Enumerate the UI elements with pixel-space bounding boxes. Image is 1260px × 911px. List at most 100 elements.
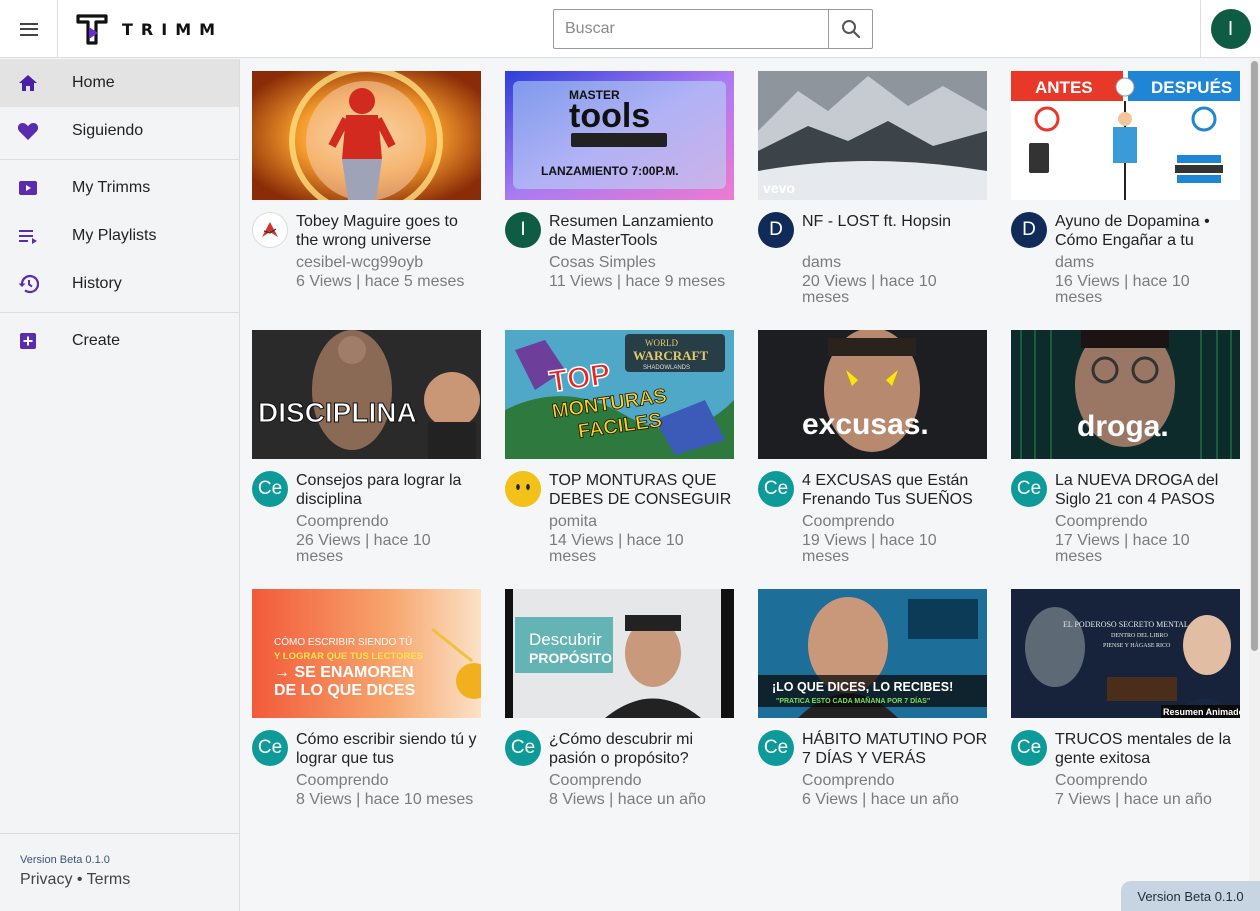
sidebar-item-home[interactable]: Home: [0, 59, 239, 107]
channel-name[interactable]: Coomprendo: [549, 771, 735, 790]
video-title[interactable]: La NUEVA DROGA del Siglo 21 con 4 PASOS: [1055, 471, 1241, 509]
channel-name[interactable]: Coomprendo: [296, 771, 482, 790]
video-stats: 14 Views | hace 10 meses: [549, 532, 684, 565]
channel-avatar[interactable]: Ce: [252, 730, 288, 766]
thumbnail-text: PIENSE Y HÁGASE RICO: [1103, 641, 1171, 649]
video-thumbnail[interactable]: vevo: [758, 71, 987, 200]
video-stats: 6 Views | hace un año: [802, 791, 959, 808]
channel-name[interactable]: Cosas Simples: [549, 253, 735, 272]
sidebar-item-history[interactable]: History: [0, 260, 239, 308]
channel-name[interactable]: dams: [802, 253, 988, 272]
hamburger-menu-button[interactable]: [0, 0, 58, 58]
video-title[interactable]: HÁBITO MATUTINO POR 7 DÍAS Y VERÁS: [802, 730, 988, 768]
privacy-link[interactable]: Privacy: [20, 871, 72, 888]
footer-separator: •: [76, 871, 83, 888]
channel-name[interactable]: Coomprendo: [1055, 512, 1241, 531]
channel-avatar[interactable]: D: [1011, 212, 1047, 248]
video-title[interactable]: TOP MONTURAS QUE DEBES DE CONSEGUIR: [549, 471, 735, 509]
video-card[interactable]: MASTER tools LANZAMIENTO 7:00P.M. I Resu…: [505, 71, 734, 311]
channel-avatar[interactable]: Ce: [505, 730, 541, 766]
channel-avatar[interactable]: Ce: [1011, 471, 1047, 507]
channel-avatar[interactable]: [252, 212, 288, 248]
video-camera-icon: [17, 178, 39, 198]
video-card[interactable]: CÓMO ESCRIBIR SIENDO TÚ Y LOGRAR QUE TUS…: [252, 589, 481, 829]
video-grid: Tobey Maguire goes to the wrong universe…: [241, 59, 1248, 911]
video-card[interactable]: DISCIPLINA Ce Consejos para lograr la di…: [252, 330, 481, 570]
video-title[interactable]: Resumen Lanzamiento de MasterTools: [549, 212, 735, 250]
video-card[interactable]: Tobey Maguire goes to the wrong universe…: [252, 71, 481, 311]
video-card[interactable]: excusas. Ce 4 EXCUSAS que Están Frenando…: [758, 330, 987, 570]
sidebar-item-my-playlists[interactable]: My Playlists: [0, 212, 239, 260]
channel-name[interactable]: Coomprendo: [802, 771, 988, 790]
video-thumbnail[interactable]: excusas.: [758, 330, 987, 459]
user-avatar[interactable]: I: [1210, 9, 1251, 49]
sidebar-item-my-trimms[interactable]: My Trimms: [0, 164, 239, 212]
sidebar-item-label: My Playlists: [72, 227, 157, 244]
thumbnail-text: droga.: [1077, 410, 1169, 443]
video-card[interactable]: vevo D NF - LOST ft. Hopsin dams 20 View…: [758, 71, 987, 311]
video-thumbnail[interactable]: CÓMO ESCRIBIR SIENDO TÚ Y LOGRAR QUE TUS…: [252, 589, 481, 718]
video-title[interactable]: ¿Cómo descubrir mi pasión o propósito?: [549, 730, 735, 768]
video-thumbnail[interactable]: MASTER tools LANZAMIENTO 7:00P.M.: [505, 71, 734, 200]
channel-avatar[interactable]: Ce: [1011, 730, 1047, 766]
search-button[interactable]: [828, 9, 873, 49]
scrollbar-thumb[interactable]: [1251, 61, 1258, 651]
video-thumbnail[interactable]: droga.: [1011, 330, 1240, 459]
video-stats: 17 Views | hace 10 meses: [1055, 532, 1190, 565]
channel-name[interactable]: cesibel-wcg99oyb: [296, 253, 482, 272]
menu-icon: [19, 22, 38, 36]
page-scrollbar[interactable]: [1249, 59, 1260, 911]
home-icon: [17, 73, 39, 93]
video-card[interactable]: ¡LO QUE DICES, LO RECIBES! "PRATICA ESTO…: [758, 589, 987, 829]
channel-avatar[interactable]: Ce: [758, 730, 794, 766]
thumbnail-text: PROPÓSITO: [529, 649, 612, 666]
video-thumbnail[interactable]: ANTES DESPUÉS: [1011, 71, 1240, 200]
channel-name[interactable]: Coomprendo: [296, 512, 482, 531]
top-app-bar: TRIMM I: [0, 0, 1260, 58]
video-title[interactable]: Tobey Maguire goes to the wrong universe: [296, 212, 482, 250]
search-bar: [553, 9, 873, 49]
thumbnail-text: ¡LO QUE DICES, LO RECIBES!: [772, 680, 953, 694]
channel-name[interactable]: Coomprendo: [802, 512, 988, 531]
video-thumbnail[interactable]: Descubrir PROPÓSITO: [505, 589, 734, 718]
thumbnail-text: tools: [569, 97, 650, 135]
video-title[interactable]: Ayuno de Dopamina • Cómo Engañar a tu: [1055, 212, 1241, 250]
app-logo[interactable]: TRIMM: [76, 13, 223, 45]
video-title[interactable]: 4 EXCUSAS que Están Frenando Tus SUEÑOS: [802, 471, 988, 509]
video-card[interactable]: ANTES DESPUÉS D Ayuno de Dopamina • Cómo…: [1011, 71, 1240, 311]
channel-avatar[interactable]: Ce: [252, 471, 288, 507]
channel-name[interactable]: pomita: [549, 512, 735, 531]
video-card[interactable]: EL PODEROSO SECRETO MENTAL DENTRO DEL LI…: [1011, 589, 1240, 829]
video-thumbnail[interactable]: TOP MONTURAS FACILES WORLD WARCRAFT SHAD…: [505, 330, 734, 459]
channel-name[interactable]: dams: [1055, 253, 1241, 272]
search-input[interactable]: [553, 9, 828, 49]
video-title[interactable]: Cómo escribir siendo tú y lograr que tus: [296, 730, 482, 768]
video-card[interactable]: Descubrir PROPÓSITO Ce ¿Cómo descubrir m…: [505, 589, 734, 829]
trimm-logo-icon: [76, 14, 108, 45]
channel-avatar[interactable]: I: [505, 212, 541, 248]
channel-avatar[interactable]: D: [758, 212, 794, 248]
video-card[interactable]: droga. Ce La NUEVA DROGA del Siglo 21 co…: [1011, 330, 1240, 570]
video-title[interactable]: NF - LOST ft. Hopsin: [802, 212, 988, 250]
channel-avatar[interactable]: Ce: [758, 471, 794, 507]
channel-name[interactable]: Coomprendo: [1055, 771, 1241, 790]
sidebar-item-label: My Trimms: [72, 179, 151, 196]
video-title[interactable]: Consejos para lograr la disciplina: [296, 471, 482, 509]
video-stats: 20 Views | hace 10 meses: [802, 273, 937, 306]
sidebar-item-siguiendo[interactable]: Siguiendo: [0, 107, 239, 155]
video-thumbnail[interactable]: DISCIPLINA: [252, 330, 481, 459]
video-stats: 11 Views | hace 9 meses: [549, 273, 726, 290]
video-stats: 7 Views | hace un año: [1055, 791, 1212, 808]
video-stats: 8 Views | hace 10 meses: [296, 791, 474, 808]
video-thumbnail[interactable]: ¡LO QUE DICES, LO RECIBES! "PRATICA ESTO…: [758, 589, 987, 718]
sidebar-item-create[interactable]: Create: [0, 317, 239, 365]
thumbnail-text: WORLD: [645, 338, 678, 348]
thumbnail-text: Y LOGRAR QUE TUS LECTORES: [274, 651, 423, 662]
terms-link[interactable]: Terms: [87, 871, 131, 888]
video-card[interactable]: TOP MONTURAS FACILES WORLD WARCRAFT SHAD…: [505, 330, 734, 570]
video-title[interactable]: TRUCOS mentales de la gente exitosa: [1055, 730, 1241, 768]
video-thumbnail[interactable]: EL PODEROSO SECRETO MENTAL DENTRO DEL LI…: [1011, 589, 1240, 718]
video-thumbnail[interactable]: [252, 71, 481, 200]
channel-avatar[interactable]: [505, 471, 541, 507]
video-stats: 16 Views | hace 10 meses: [1055, 273, 1190, 306]
